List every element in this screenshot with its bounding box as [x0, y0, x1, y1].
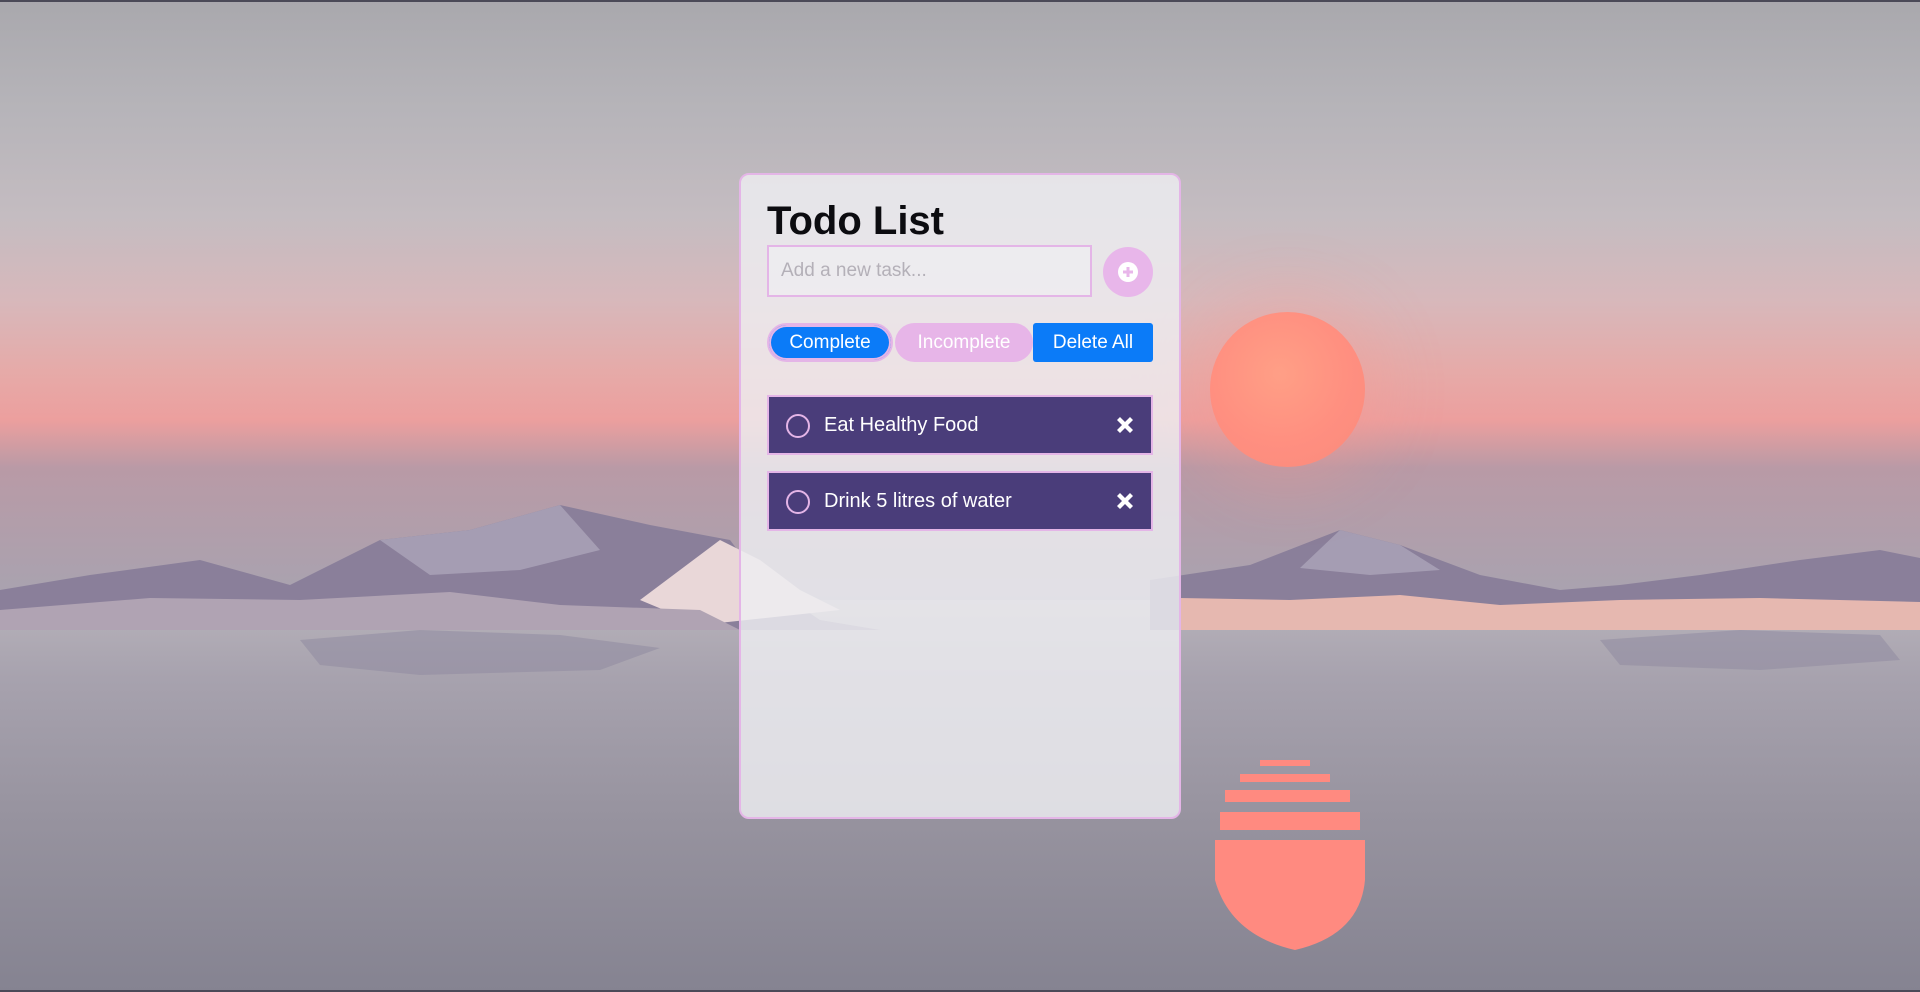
new-task-input[interactable]: [767, 245, 1092, 297]
task-item: Eat Healthy Food: [767, 395, 1153, 455]
add-task-button[interactable]: [1103, 247, 1153, 297]
incomplete-filter-button[interactable]: Incomplete: [895, 323, 1033, 362]
todo-card: Todo List Complete Incomplete Delete All…: [739, 173, 1181, 819]
circle-outline-icon[interactable]: [786, 414, 810, 438]
page-title: Todo List: [767, 199, 944, 243]
task-item: Drink 5 litres of water: [767, 471, 1153, 531]
task-text: Drink 5 litres of water: [824, 490, 1012, 512]
close-x-icon[interactable]: [1113, 489, 1137, 513]
task-list: Eat Healthy Food Drink 5 litres of water: [767, 395, 1153, 531]
sun-reflection: [1215, 760, 1365, 950]
plus-circle-icon: [1118, 262, 1138, 282]
circle-outline-icon[interactable]: [786, 490, 810, 514]
top-border-line: [0, 0, 1920, 2]
complete-filter-button[interactable]: Complete: [767, 323, 893, 362]
filter-buttons: Complete Incomplete Delete All: [767, 323, 1153, 363]
delete-all-button[interactable]: Delete All: [1033, 323, 1153, 362]
sun: [1210, 312, 1365, 467]
task-text: Eat Healthy Food: [824, 414, 979, 436]
close-x-icon[interactable]: [1113, 413, 1137, 437]
add-task-row: [767, 245, 1153, 297]
